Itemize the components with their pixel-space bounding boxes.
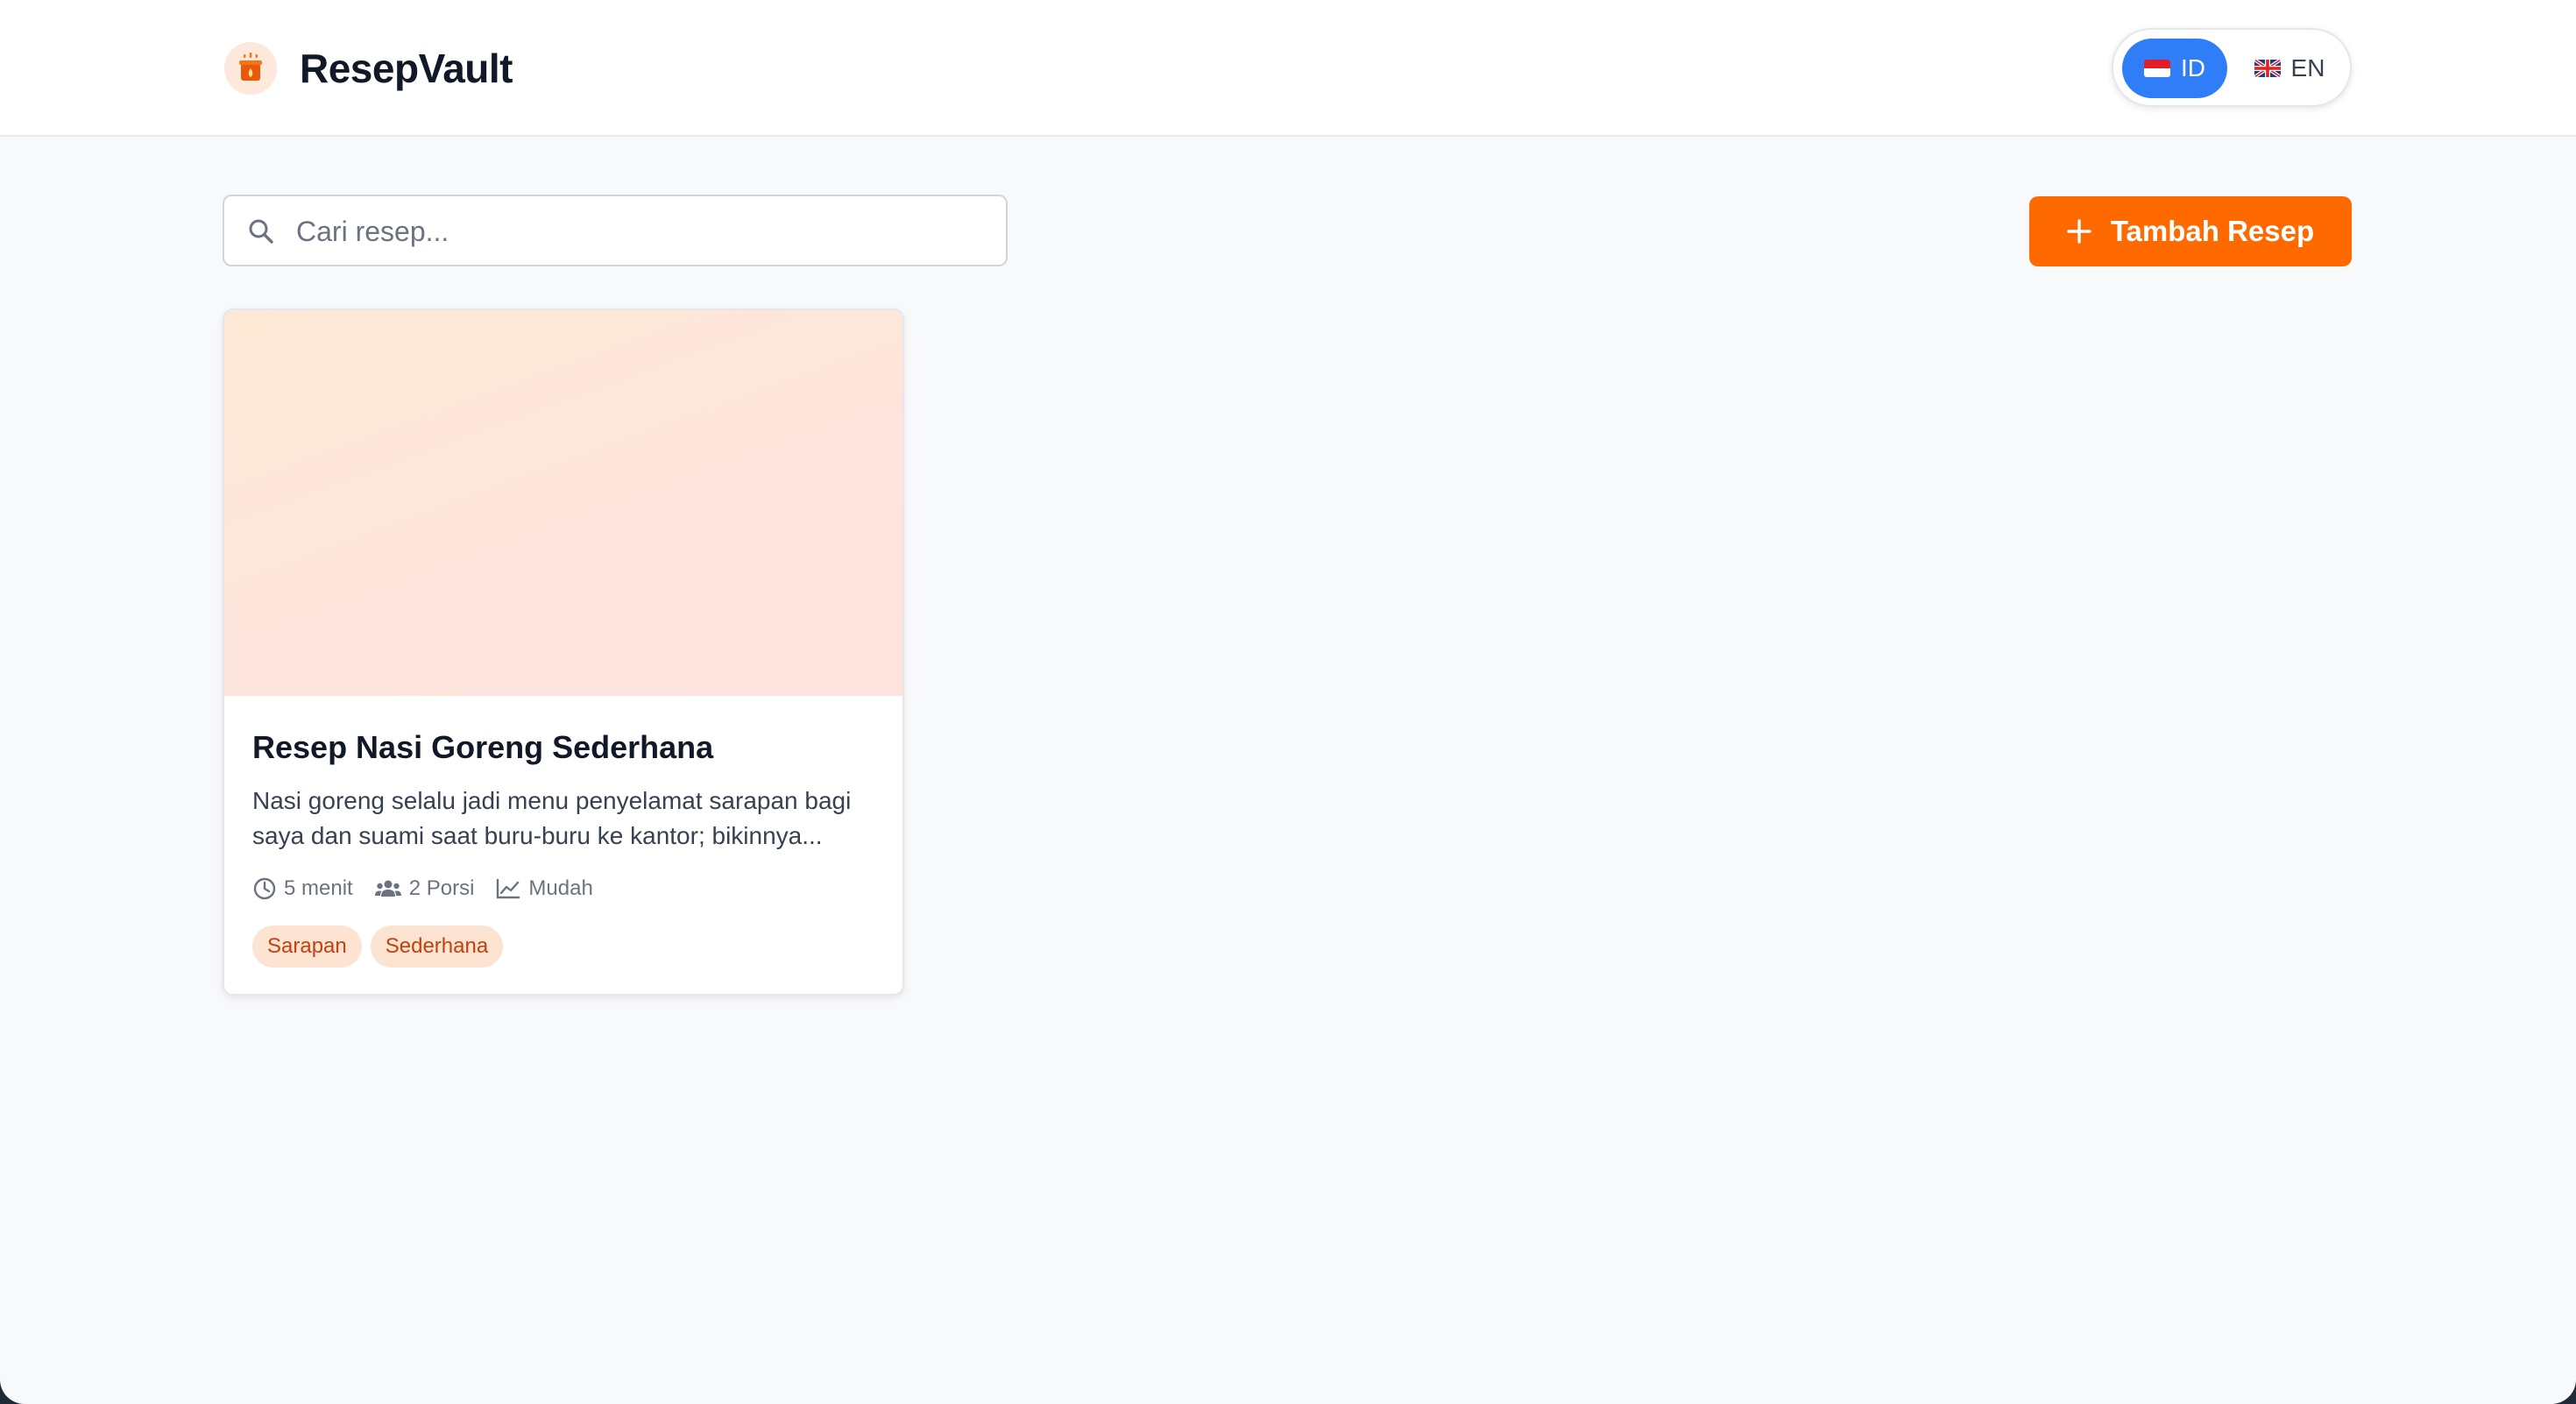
language-label-en: EN xyxy=(2290,54,2325,82)
app-title: ResepVault xyxy=(300,46,513,91)
clock-icon xyxy=(253,877,276,900)
recipe-tags: Sarapan Sederhana xyxy=(252,925,504,968)
language-label-id: ID xyxy=(2181,54,2205,82)
plus-icon xyxy=(2067,219,2091,244)
recipe-difficulty-label: Mudah xyxy=(528,876,593,900)
recipe-tag[interactable]: Sarapan xyxy=(252,925,362,968)
add-recipe-label: Tambah Resep xyxy=(2110,215,2315,247)
users-icon xyxy=(374,880,401,897)
cooking-pot-icon xyxy=(224,42,277,95)
recipe-image-placeholder xyxy=(224,310,902,696)
recipe-time: 5 menit xyxy=(252,876,353,901)
recipe-description: Nasi goreng selalu jadi menu penyelamat … xyxy=(252,787,852,849)
chart-line-icon xyxy=(497,878,520,899)
search-icon xyxy=(249,219,273,244)
add-recipe-button[interactable]: Tambah Resep xyxy=(2029,196,2352,266)
recipe-servings-label: 2 Porsi xyxy=(408,876,475,900)
uk-flag-icon xyxy=(2254,60,2281,77)
language-option-id[interactable]: ID xyxy=(2122,39,2227,98)
app-window: ResepVault ID EN Cari resep... Tambah Re… xyxy=(0,0,2576,1404)
recipe-card[interactable]: Resep Nasi Goreng Sederhana Nasi goreng … xyxy=(223,308,904,996)
recipe-title: Resep Nasi Goreng Sederhana xyxy=(252,729,714,765)
language-toggle: ID EN xyxy=(2112,28,2352,107)
indonesia-flag-icon xyxy=(2144,60,2170,77)
app-header: ResepVault ID EN xyxy=(0,0,2576,137)
recipe-time-label: 5 menit xyxy=(284,876,353,900)
recipe-meta: 5 menit 2 Porsi Mudah xyxy=(252,876,593,901)
language-option-en[interactable]: EN xyxy=(2236,39,2343,98)
recipe-tag[interactable]: Sederhana xyxy=(370,925,504,968)
search-input[interactable] xyxy=(294,205,981,258)
search-box xyxy=(223,195,1008,266)
recipe-difficulty: Mudah xyxy=(495,876,593,901)
recipe-servings: 2 Porsi xyxy=(374,876,475,901)
